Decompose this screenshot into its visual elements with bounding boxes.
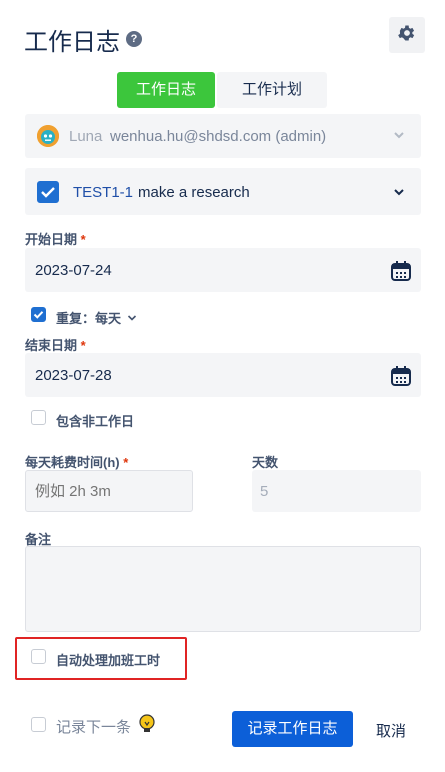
calendar-icon[interactable] [390, 365, 412, 392]
page-title: 工作日志 [24, 29, 120, 56]
log-next-label[interactable]: 记录下一条 [56, 716, 131, 737]
auto-overtime-checkbox[interactable] [31, 649, 46, 664]
end-date-value: 2023-07-28 [35, 367, 112, 384]
help-icon[interactable]: ? [126, 31, 142, 47]
user-email: wenhua.hu@shdsd.com (admin) [110, 128, 327, 145]
chevron-down-icon[interactable] [127, 310, 137, 328]
issue-key[interactable]: TEST1-1 [73, 184, 133, 201]
chevron-down-icon [393, 128, 405, 146]
submit-work-log-button[interactable]: 记录工作日志 [232, 711, 353, 747]
auto-overtime-label[interactable]: 自动处理加班工时 [56, 650, 160, 669]
start-date-input[interactable]: 2023-07-24 [25, 248, 421, 292]
required-marker: * [123, 455, 129, 470]
days-value: 5 [260, 483, 269, 500]
repeat-checkbox[interactable] [31, 307, 46, 322]
include-nonworking-checkbox[interactable] [31, 410, 46, 425]
start-date-value: 2023-07-24 [35, 262, 112, 279]
task-checkbox-icon [37, 181, 59, 203]
required-marker: * [80, 232, 86, 247]
days-field: 5 [252, 470, 421, 512]
start-date-label: 开始日期 * [25, 229, 86, 248]
daily-time-label: 每天耗费时间(h) * [25, 452, 128, 471]
end-date-label-text: 结束日期 [25, 338, 78, 353]
issue-select[interactable]: TEST1-1 make a research [25, 168, 421, 215]
gear-icon [397, 23, 417, 48]
include-nonworking-label[interactable]: 包含非工作日 [56, 411, 134, 430]
avatar [37, 125, 59, 147]
user-name: Luna [69, 128, 103, 145]
calendar-icon[interactable] [390, 260, 412, 287]
repeat-label[interactable]: 重复：每天 [56, 308, 121, 327]
user-select[interactable]: Luna wenhua.hu@shdsd.com (admin) [25, 114, 421, 158]
lightbulb-icon[interactable] [138, 714, 156, 739]
settings-button[interactable] [389, 17, 425, 53]
tab-work-plan[interactable]: 工作计划 [217, 72, 327, 108]
daily-time-input[interactable] [25, 470, 193, 512]
note-textarea[interactable] [25, 546, 421, 632]
required-marker: * [80, 338, 86, 353]
end-date-label: 结束日期 * [25, 335, 86, 354]
start-date-label-text: 开始日期 [25, 232, 78, 247]
cancel-button[interactable]: 取消 [376, 720, 406, 741]
chevron-down-icon [393, 185, 405, 203]
issue-summary: make a research [138, 184, 250, 201]
tab-work-log[interactable]: 工作日志 [117, 72, 215, 108]
daily-time-label-text: 每天耗费时间(h) [25, 455, 120, 470]
days-label: 天数 [252, 455, 279, 470]
log-next-checkbox[interactable] [31, 717, 46, 732]
end-date-input[interactable]: 2023-07-28 [25, 353, 421, 397]
